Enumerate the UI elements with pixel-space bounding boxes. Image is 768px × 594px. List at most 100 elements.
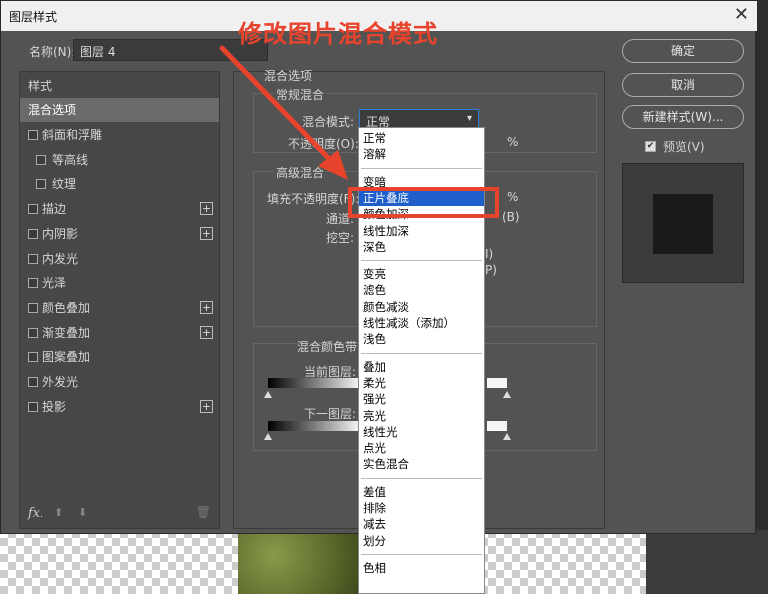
styles-list-panel: 样式 混合选项 斜面和浮雕 等高线纹理描边 + 内阴影 + 内发光光泽颜色叠加 + 渐变叠加 +… [19,71,220,529]
underlying-layer-label: 下一图层: [304,407,357,421]
opacity-percent-sign: % [507,135,519,149]
close-icon[interactable]: ✕ [734,5,749,25]
style-item-label: 光泽 [42,276,67,291]
style-checkbox[interactable] [28,401,38,412]
style-item[interactable]: 颜色叠加 + [20,296,219,320]
underlying-layer-black-handle[interactable] [264,433,272,440]
add-style-icon[interactable]: + [200,325,213,339]
fill-opacity-label: 填充不透明度(F): [267,192,360,206]
blend-mode-option[interactable]: 正常 [359,130,484,146]
channel-b-label: (B) [502,210,520,224]
style-item[interactable]: 描边 + [20,197,219,221]
blend-mode-option[interactable]: 强光 [359,391,484,407]
blend-mode-option[interactable]: 减去 [359,516,484,532]
dropdown-separator [361,260,482,262]
new-style-button[interactable]: 新建样式(W)... [622,105,744,129]
option-i-label: I) [485,247,494,261]
canvas-layer-image [238,530,358,594]
dropdown-separator [361,553,482,555]
style-item[interactable]: 等高线 [20,148,219,172]
style-checkbox[interactable] [28,130,38,140]
blend-mode-option[interactable]: 深色 [359,239,484,255]
style-preview-thumbnail [622,163,744,283]
blend-mode-option[interactable]: 点光 [359,440,484,456]
underlying-layer-white-handle[interactable] [503,433,511,440]
blend-mode-option[interactable]: 差值 [359,484,484,500]
advanced-blending-title: 高级混合 [274,164,327,181]
add-style-icon[interactable]: + [200,300,213,314]
style-item-label: 投影 [42,399,67,414]
styles-header[interactable]: 样式 [20,74,219,98]
preview-label: 预览(V) [663,140,705,154]
style-item[interactable]: 斜面和浮雕 [20,123,219,147]
blend-mode-option[interactable]: 柔光 [359,375,484,391]
underlying-layer-gradient [268,421,363,431]
fill-percent-sign: % [507,190,519,204]
style-checkbox[interactable] [28,302,38,313]
style-item[interactable]: 渐变叠加 + [20,321,219,345]
style-checkbox[interactable] [28,352,38,363]
dropdown-separator [361,477,482,479]
opacity-label: 不透明度(O): [288,137,359,151]
add-style-icon[interactable]: + [200,399,213,413]
general-blending-title: 常规混合 [274,86,327,103]
style-item[interactable]: 内阴影 + [20,222,219,246]
trash-icon[interactable]: 🗑 [196,505,211,519]
style-item-label: 内阴影 [42,226,79,241]
current-layer-white-handle[interactable] [503,391,511,398]
move-up-icon[interactable]: ⬆ [54,506,63,519]
blend-mode-option[interactable]: 色相 [359,560,484,576]
style-item[interactable]: 图案叠加 [20,345,219,369]
style-item[interactable]: 投影 + [20,395,219,419]
blend-mode-option[interactable]: 亮光 [359,408,484,424]
blend-if-label: 混合颜色带: [297,340,362,354]
fx-icon[interactable]: fx. [28,506,43,521]
style-item-label: 颜色叠加 [42,300,91,315]
style-item-label: 图案叠加 [42,350,91,365]
underlying-layer-gradient-end [487,421,507,431]
style-item-label: 渐变叠加 [42,325,91,340]
style-checkbox[interactable] [28,278,38,289]
preview-checkbox[interactable]: ✔ [645,141,656,152]
blend-mode-option[interactable]: 实色混合 [359,456,484,472]
blend-mode-option[interactable]: 颜色减淡 [359,299,484,315]
layer-name-label: 名称(N): [29,45,76,59]
blend-mode-option[interactable]: 划分 [359,533,484,549]
cancel-button[interactable]: 取消 [622,73,744,97]
style-checkbox[interactable] [28,253,38,264]
ok-button[interactable]: 确定 [622,39,744,63]
style-checkbox[interactable] [28,204,38,215]
annotation-text: 修改图片混合模式 [238,20,438,48]
blend-mode-option[interactable]: 线性加深 [359,223,484,239]
style-item[interactable]: 外发光 [20,370,219,394]
blend-mode-option[interactable]: 线性光 [359,424,484,440]
current-layer-black-handle[interactable] [264,391,272,398]
style-checkbox[interactable] [28,228,38,239]
move-down-icon[interactable]: ⬇ [78,506,87,519]
style-checkbox[interactable] [28,377,38,387]
style-item[interactable]: 光泽 [20,271,219,295]
blend-mode-option[interactable]: 浅色 [359,331,484,347]
blend-mode-option[interactable]: 滤色 [359,282,484,298]
blend-mode-option[interactable]: 叠加 [359,359,484,375]
option-p-label: P) [485,263,497,277]
annotation-highlight-box [348,187,499,218]
blend-mode-option[interactable]: 溶解 [359,146,484,162]
style-item[interactable]: 内发光 [20,247,219,271]
style-checkbox[interactable] [36,154,46,165]
style-item[interactable]: 纹理 [20,172,219,196]
preview-swatch [653,194,713,254]
blending-options-item[interactable]: 混合选项 [20,98,219,122]
style-item-label: 纹理 [52,177,77,192]
dialog-title: 图层样式 [9,10,58,24]
dropdown-separator [361,352,482,354]
style-checkbox[interactable] [36,179,46,190]
add-style-icon[interactable]: + [200,202,213,216]
blend-mode-option[interactable]: 排除 [359,500,484,516]
blend-mode-option[interactable]: 变亮 [359,266,484,282]
section-title: 混合选项 [264,69,313,83]
blend-mode-option[interactable]: 线性减淡（添加） [359,315,484,331]
dropdown-separator [361,167,482,169]
add-style-icon[interactable]: + [200,226,213,240]
style-checkbox[interactable] [28,327,38,338]
